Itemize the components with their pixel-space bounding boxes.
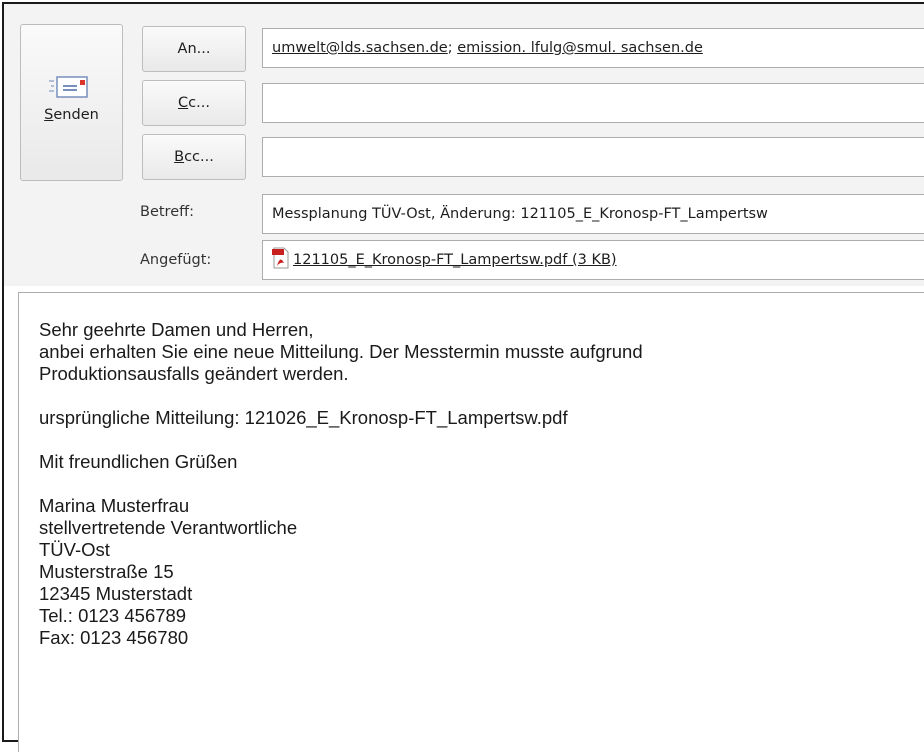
pdf-file-icon[interactable] — [272, 247, 290, 269]
bcc-field[interactable] — [262, 137, 924, 177]
recipient-address[interactable]: umwelt@lds.sachsen.de — [272, 40, 448, 56]
body-closing: Mit freundlichen Grüßen — [39, 451, 238, 472]
cc-field[interactable] — [262, 83, 924, 123]
bcc-label: Bcc... — [174, 149, 214, 165]
to-field[interactable]: umwelt@lds.sachsen.de; emission. lfulg@s… — [262, 28, 924, 68]
attachment-link[interactable]: 121105_E_Kronosp-FT_Lampertsw.pdf (3 KB) — [293, 252, 617, 268]
body-greeting: Sehr geehrte Damen und Herren, — [39, 319, 314, 340]
subject-label: Betreff: — [140, 204, 194, 220]
to-button[interactable]: An... — [142, 26, 246, 72]
to-label: An... — [177, 41, 211, 57]
signature-fax: Fax: 0123 456780 — [39, 627, 189, 648]
body-text-line: anbei erhalten Sie eine neue Mitteilung.… — [39, 341, 643, 362]
recipient-address[interactable]: emission. lfulg@smul. sachsen.de — [457, 40, 703, 56]
email-compose-window: Senden An... Cc... Bcc... umwelt@lds.sac… — [2, 2, 924, 752]
signature-name: Marina Musterfrau — [39, 495, 190, 516]
cc-button[interactable]: Cc... — [142, 80, 246, 126]
attachment-field: 121105_E_Kronosp-FT_Lampertsw.pdf (3 KB) — [262, 240, 924, 280]
signature-title: stellvertretende Verantwortliche — [39, 517, 298, 538]
send-envelope-icon — [48, 75, 88, 98]
send-button[interactable]: Senden — [20, 24, 123, 181]
message-body[interactable]: Sehr geehrte Damen und Herren, anbei erh… — [18, 292, 924, 752]
original-message-reference: ursprüngliche Mitteilung: 121026_E_Krono… — [39, 407, 568, 428]
subject-value: Messplanung TÜV-Ost, Änderung: 121105_E_… — [272, 206, 768, 222]
signature-city: 12345 Musterstadt — [39, 583, 193, 604]
body-text-line: Produktionsausfalls geändert werden. — [39, 363, 349, 384]
send-label: Senden — [44, 106, 99, 123]
bcc-button[interactable]: Bcc... — [142, 134, 246, 180]
recipient-separator: ; — [447, 40, 458, 56]
signature-organization: TÜV-Ost — [39, 539, 110, 560]
attached-label: Angefügt: — [140, 252, 212, 268]
cc-label: Cc... — [178, 95, 210, 111]
subject-field[interactable]: Messplanung TÜV-Ost, Änderung: 121105_E_… — [262, 194, 924, 234]
signature-phone: Tel.: 0123 456789 — [39, 605, 187, 626]
signature-street: Musterstraße 15 — [39, 561, 174, 582]
compose-header: Senden An... Cc... Bcc... umwelt@lds.sac… — [4, 4, 924, 286]
